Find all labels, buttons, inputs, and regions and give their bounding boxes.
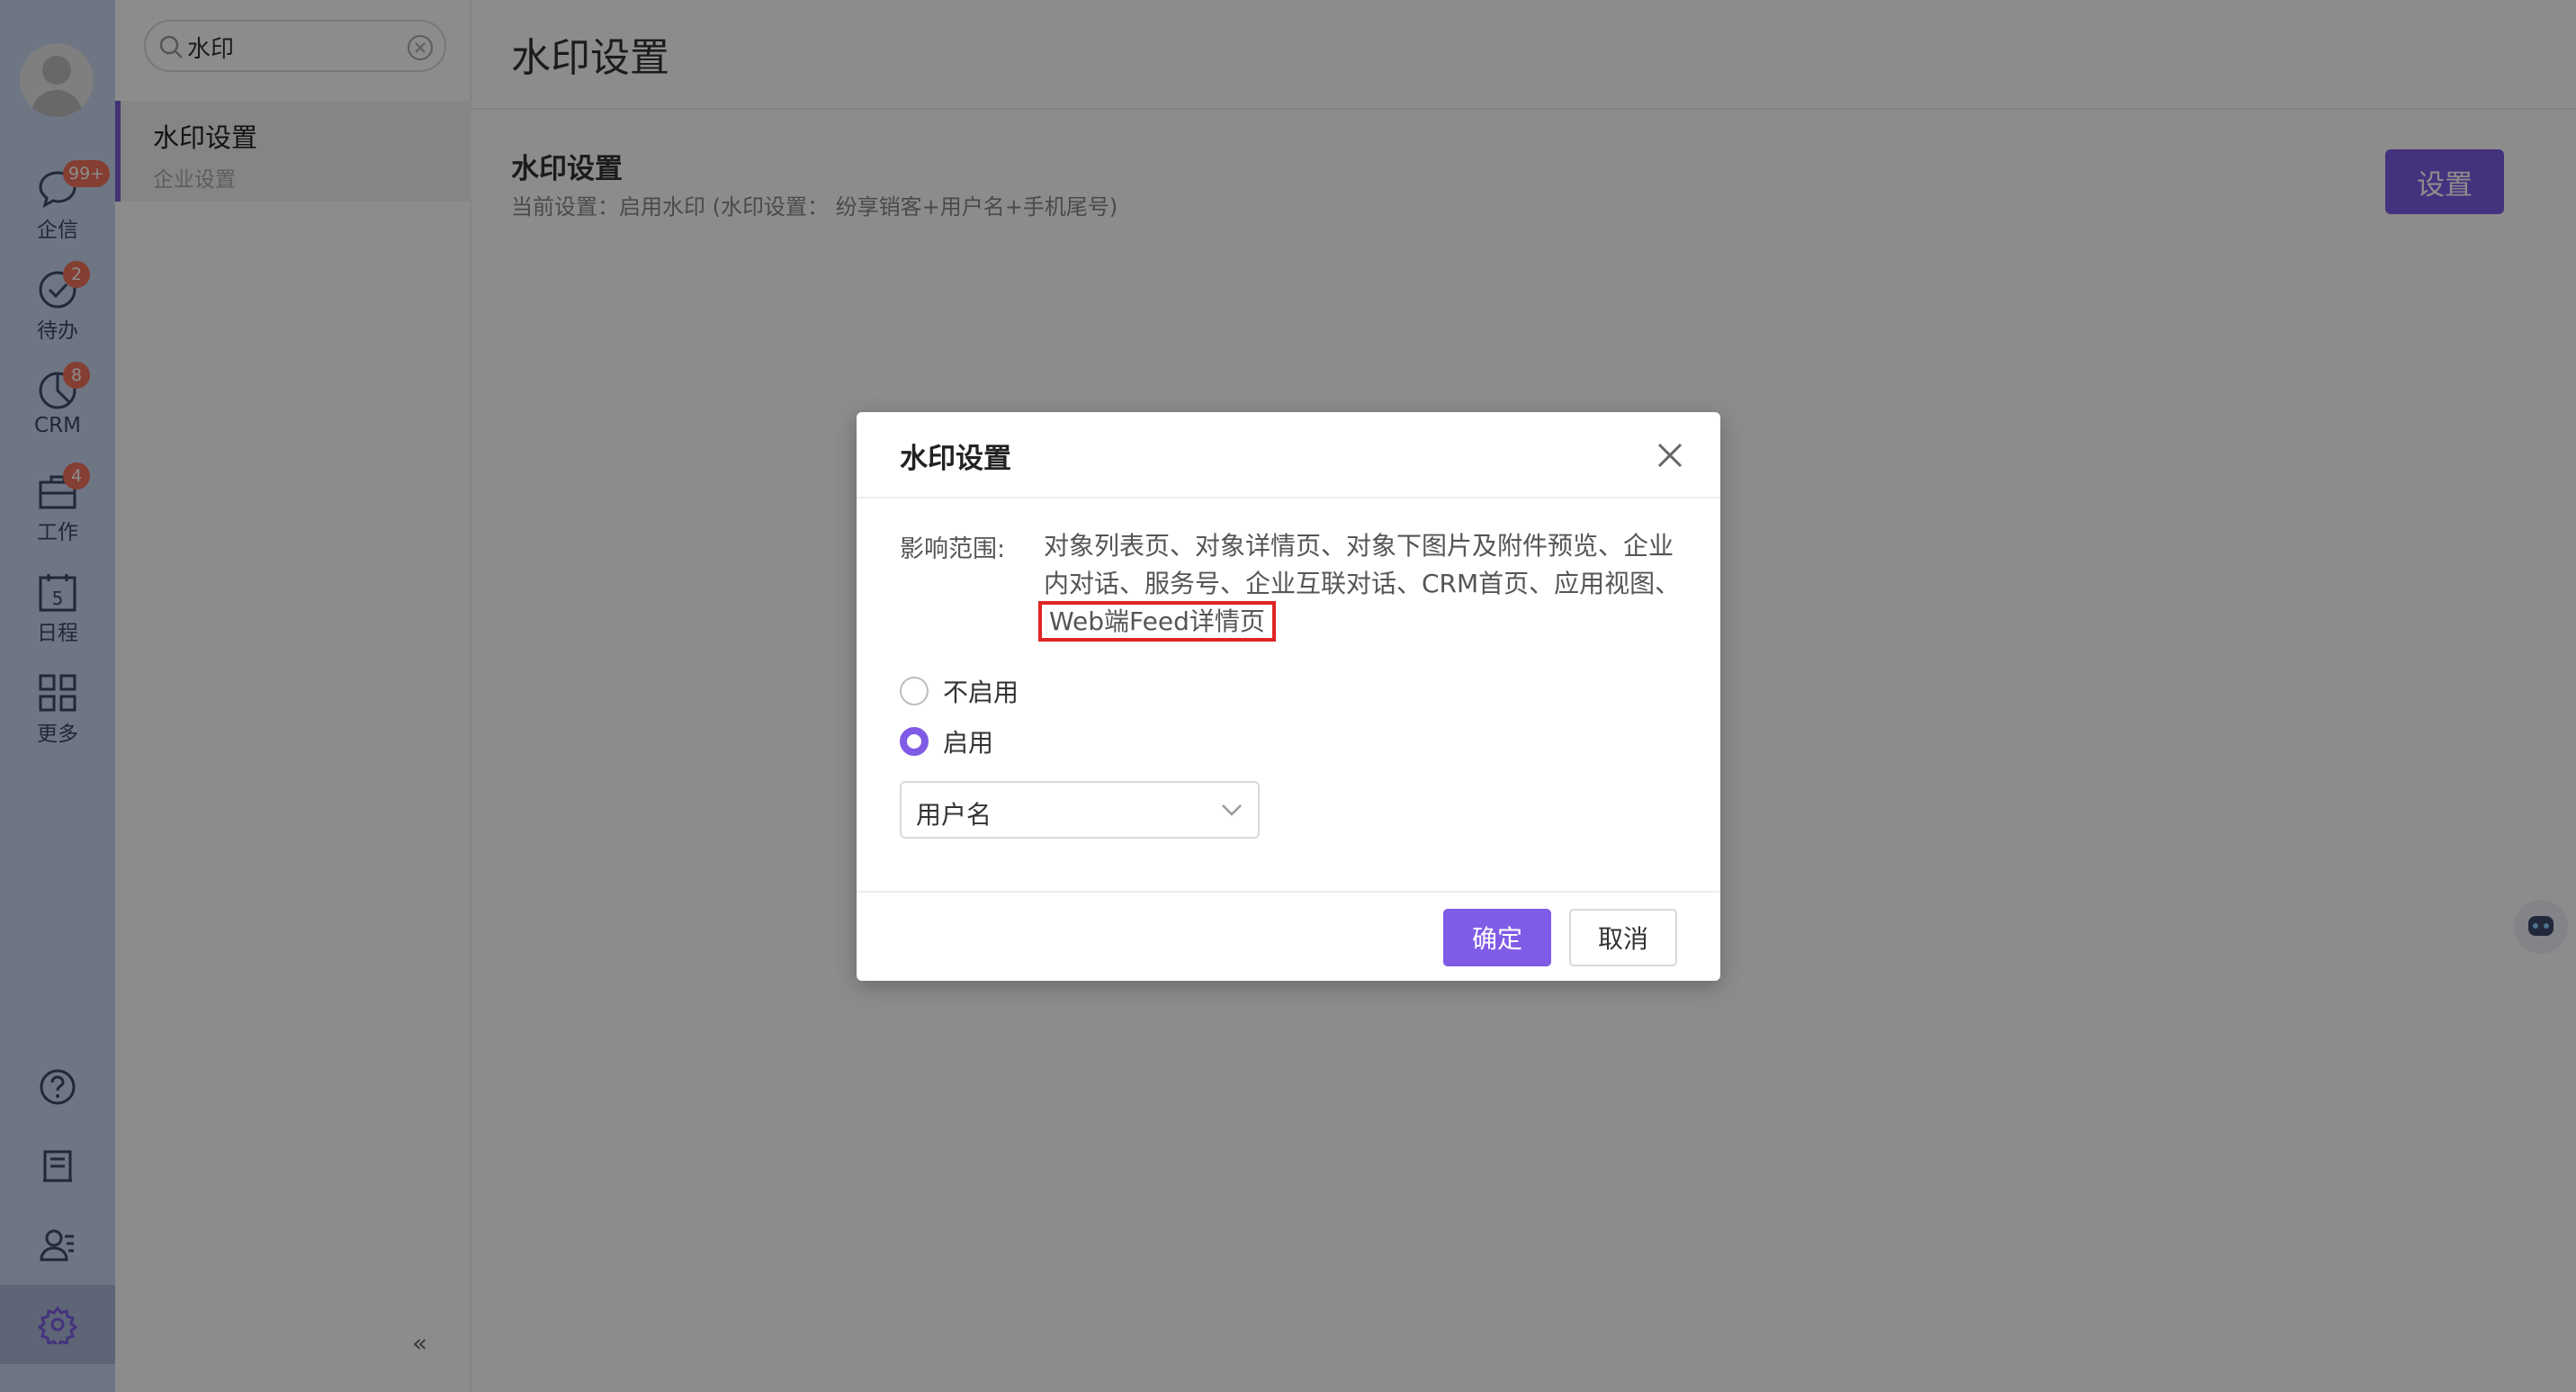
radio-button-checked[interactable] <box>900 727 929 756</box>
cancel-button[interactable]: 取消 <box>1569 909 1677 966</box>
radio-label: 启用 <box>943 728 994 758</box>
scope-description: 对象列表页、对象详情页、对象下图片及附件预览、企业内对话、服务号、企业互联对话、… <box>1038 527 1692 642</box>
watermark-dialog: 水印设置 影响范围: 对象列表页、对象详情页、对象下图片及附件预览、企业内对话、… <box>857 412 1720 981</box>
dialog-header: 水印设置 <box>857 412 1720 498</box>
select-value: 用户名 <box>916 800 992 830</box>
scope-label: 影响范围: <box>900 535 1006 563</box>
confirm-button[interactable]: 确定 <box>1443 909 1551 966</box>
radio-label: 不启用 <box>943 678 1019 707</box>
watermark-content-select[interactable]: 用户名 <box>900 781 1260 839</box>
scope-text: 对象列表页、对象详情页、对象下图片及附件预览、企业内对话、服务号、企业互联对话、… <box>1044 531 1681 598</box>
radio-disable[interactable]: 不启用 <box>900 673 1019 709</box>
dialog-title: 水印设置 <box>900 443 1011 475</box>
dialog-footer-divider <box>857 891 1720 893</box>
radio-button[interactable] <box>900 677 929 705</box>
radio-enable[interactable]: 启用 <box>900 723 993 759</box>
scope-highlight: Web端Feed详情页 <box>1038 601 1276 642</box>
chevron-down-icon <box>1222 804 1242 816</box>
close-icon[interactable] <box>1652 437 1688 473</box>
